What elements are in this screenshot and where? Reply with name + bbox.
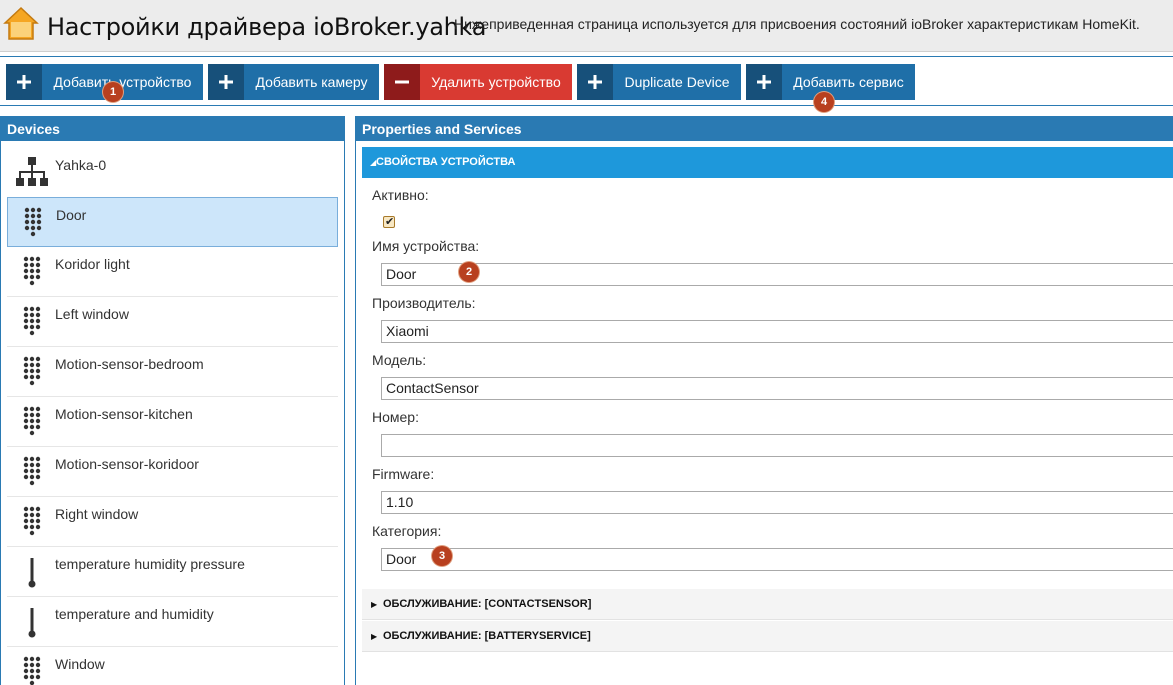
annotation-badge-2: 2: [459, 262, 479, 282]
dots-grid-icon: [23, 456, 41, 486]
service-section-contactsensor[interactable]: ▶ ОБСЛУЖИВАНИЕ: [CONTACTSENSOR]: [362, 589, 1173, 620]
plus-icon: [746, 64, 782, 100]
model-label: Модель:: [372, 352, 427, 368]
category-label: Категория:: [372, 523, 442, 539]
annotation-badge-1: 1: [103, 82, 123, 102]
device-list: Yahka-0 Door Koridor light Left window M…: [1, 141, 344, 685]
serial-number-label: Номер:: [372, 409, 419, 425]
plus-icon: [208, 64, 244, 100]
dots-grid-icon: [23, 356, 41, 386]
dots-grid-icon: [23, 306, 41, 336]
device-properties-section-header[interactable]: ◢ СВОЙСТВА УСТРОЙСТВА: [362, 147, 1173, 178]
add-camera-label: Добавить камеру: [255, 74, 368, 90]
delete-device-label: Удалить устройство: [431, 74, 561, 90]
device-item[interactable]: temperature humidity pressure: [7, 547, 338, 597]
checkmark-icon: ✔: [385, 216, 395, 228]
annotation-badge-4: 4: [814, 92, 834, 112]
dots-grid-icon: [23, 256, 41, 286]
device-item[interactable]: Motion-sensor-bedroom: [7, 347, 338, 397]
device-item[interactable]: Right window: [7, 497, 338, 547]
add-service-label: Добавить сервис: [793, 74, 904, 90]
device-label: Left window: [55, 306, 129, 322]
thermometer-icon: [28, 558, 36, 588]
toolbar: Добавить устройство Добавить камеру Удал…: [0, 56, 1173, 106]
add-camera-button[interactable]: Добавить камеру: [208, 64, 379, 100]
thermometer-icon: [28, 608, 36, 638]
triangle-down-icon: ◢: [370, 158, 377, 167]
device-item[interactable]: Motion-sensor-kitchen: [7, 397, 338, 447]
properties-panel-title: Properties and Services: [356, 117, 1173, 141]
triangle-right-icon: ▶: [371, 600, 378, 609]
devices-panel: Devices Yahka-0 Door Koridor light Left …: [0, 116, 345, 685]
triangle-right-icon: ▶: [371, 632, 378, 641]
active-checkbox[interactable]: ✔: [383, 216, 395, 228]
hierarchy-icon: [16, 157, 48, 186]
device-item[interactable]: Motion-sensor-koridoor: [7, 447, 338, 497]
device-label: temperature and humidity: [55, 606, 214, 622]
active-label: Активно:: [372, 187, 429, 203]
page-title: Настройки драйвера ioBroker.yahka: [47, 13, 487, 41]
page-description: Нижеприведенная страница используется дл…: [454, 16, 1140, 32]
device-label: Motion-sensor-koridoor: [55, 456, 199, 472]
device-label: Door: [56, 207, 87, 223]
device-item[interactable]: temperature and humidity: [7, 597, 338, 647]
service-title: ОБСЛУЖИВАНИЕ: [BATTERYSERVICE]: [383, 630, 591, 642]
serial-number-input[interactable]: [381, 434, 1173, 457]
device-label: temperature humidity pressure: [55, 556, 245, 572]
model-input[interactable]: ContactSensor: [381, 377, 1173, 400]
device-label: Window: [55, 656, 105, 672]
device-label: Yahka-0: [55, 157, 107, 173]
device-label: Motion-sensor-bedroom: [55, 356, 204, 372]
firmware-input[interactable]: 1.10: [381, 491, 1173, 514]
service-title: ОБСЛУЖИВАНИЕ: [CONTACTSENSOR]: [383, 598, 592, 610]
plus-icon: [6, 64, 42, 100]
dots-grid-icon: [23, 506, 41, 536]
device-label: Right window: [55, 506, 139, 522]
device-item[interactable]: Window: [7, 647, 338, 685]
device-item[interactable]: Koridor light: [7, 247, 338, 297]
section-title: СВОЙСТВА УСТРОЙСТВА: [376, 156, 516, 168]
device-item[interactable]: Yahka-0: [7, 141, 338, 197]
devices-panel-title: Devices: [1, 117, 344, 141]
annotation-badge-3: 3: [432, 546, 452, 566]
delete-device-button[interactable]: Удалить устройство: [384, 64, 572, 100]
firmware-label: Firmware:: [372, 466, 435, 482]
dots-grid-icon: [23, 406, 41, 436]
duplicate-device-button[interactable]: Duplicate Device: [577, 64, 741, 100]
service-section-batteryservice[interactable]: ▶ ОБСЛУЖИВАНИЕ: [BATTERYSERVICE]: [362, 621, 1173, 652]
device-name-input[interactable]: Door: [381, 263, 1173, 286]
device-label: Koridor light: [55, 256, 130, 272]
properties-panel: Properties and Services ◢ СВОЙСТВА УСТРО…: [355, 116, 1173, 685]
minus-icon: [384, 64, 420, 100]
manufacturer-label: Производитель:: [372, 295, 476, 311]
manufacturer-input[interactable]: Xiaomi: [381, 320, 1173, 343]
device-item-selected[interactable]: Door: [7, 197, 338, 247]
plus-icon: [577, 64, 613, 100]
device-name-label: Имя устройства:: [372, 238, 480, 254]
device-item[interactable]: Left window: [7, 297, 338, 347]
app-header: Настройки драйвера ioBroker.yahka Нижепр…: [0, 0, 1173, 52]
home-logo-icon: [3, 6, 39, 40]
dots-grid-icon: [24, 207, 42, 237]
category-select[interactable]: Door: [381, 548, 1173, 571]
device-label: Motion-sensor-kitchen: [55, 406, 193, 422]
dots-grid-icon: [23, 656, 41, 685]
duplicate-device-label: Duplicate Device: [624, 74, 730, 90]
